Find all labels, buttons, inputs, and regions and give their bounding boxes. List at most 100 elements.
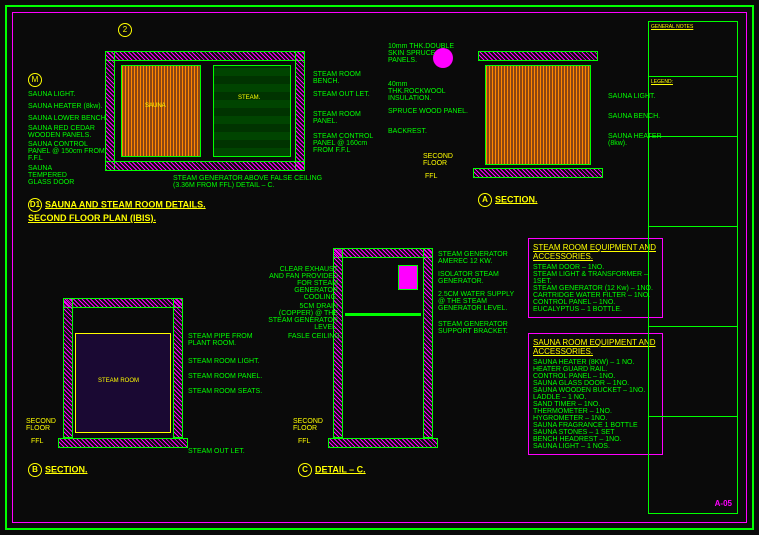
secB-wall-r: [173, 298, 183, 438]
secB-wall-t: [63, 298, 183, 308]
plan-left-1: SAUNA HEATER (8kw).: [28, 103, 103, 110]
detC-right-1: ISOLATOR STEAM GENERATOR.: [438, 271, 508, 285]
tb-notes: GENERAL NOTES: [649, 22, 737, 77]
secA-left-3: BACKREST.: [388, 128, 427, 135]
sauna-item-6: SAND TIMER – 1NO.: [533, 401, 658, 408]
secA-left-0: 10mm THK.DOUBLE SKIN SPRUCE PANELS.: [388, 43, 463, 64]
secB-room: STEAM ROOM: [98, 378, 139, 384]
detC-ffl: FFL: [298, 438, 310, 445]
plan-title1: SAUNA AND STEAM ROOM DETAILS.: [45, 199, 206, 209]
sauna-label: SAUNA: [145, 103, 166, 109]
secA-wall: [478, 51, 598, 61]
steam-label: STEAM.: [238, 95, 260, 101]
detC-title-txt: DETAIL – C.: [315, 464, 366, 474]
sauna-item-2: CONTROL PANEL – 1NO.: [533, 373, 658, 380]
plan-right-1: STEAM OUT LET.: [313, 91, 370, 98]
grid-marker-m: M: [28, 73, 42, 87]
steam-item-1: STEAM LIGHT & TRANSFORMER – 1SET.: [533, 271, 658, 285]
secA-ffl: FFL: [425, 173, 437, 180]
secB-floor-lbl: SECOND FLOOR: [26, 418, 61, 432]
tb-key: [649, 137, 737, 227]
secB-marker: B: [28, 463, 42, 477]
detC-left-0: CLEAR EXHAUST AND FAN PROVIDED FOR STEAM…: [268, 266, 338, 301]
secB-ffl: FFL: [31, 438, 43, 445]
secA-floor-lbl: SECOND FLOOR: [423, 153, 463, 167]
plan-right-2: STEAM ROOM PANEL.: [313, 111, 368, 125]
plan-left-3: SAUNA RED CEDAR WOODEN PANELS.: [28, 125, 108, 139]
plan-title: D1SAUNA AND STEAM ROOM DETAILS.: [28, 198, 206, 212]
steam-item-4: CONTROL PANEL – 1NO.: [533, 299, 658, 306]
plan-right-0: STEAM ROOM BENCH.: [313, 71, 368, 85]
plan-right-3: STEAM CONTROL PANEL @ 160cm FROM F.F.L: [313, 133, 383, 154]
plan-wall-b: [105, 161, 305, 171]
steam-item-3: CARTRIDGE WATER FILTER – 1NO.: [533, 292, 658, 299]
tb-dwg-no: A-05: [715, 499, 732, 508]
sauna-room: [121, 65, 201, 157]
plan-wall-r: [295, 51, 305, 171]
secB-floor: [58, 438, 188, 448]
titleblock: GENERAL NOTES LEGEND: A-05: [648, 21, 738, 514]
detC-right-3: STEAM GENERATOR SUPPORT BRACKET.: [438, 321, 513, 335]
secA-left-1: 40mm THK.ROCKWOOL INSULATION.: [388, 81, 463, 102]
inner-border: SAUNA STEAM. 2 M SAUNA LIGHT. SAUNA HEAT…: [12, 12, 747, 523]
plan-left-2: SAUNA LOWER BENCH.: [28, 115, 108, 122]
plan-left-0: SAUNA LIGHT.: [28, 91, 75, 98]
steam-item-0: STEAM DOOR – 1NO.: [533, 264, 658, 271]
sauna-item-7: THERMOMETER – 1NO.: [533, 408, 658, 415]
secA-title: ASECTION.: [478, 193, 538, 207]
detC-wall-r: [423, 248, 433, 438]
secA-left-2: SPRUCE WOOD PANEL.: [388, 108, 468, 115]
tb-notes-title: GENERAL NOTES: [651, 24, 693, 30]
tb-legend: LEGEND:: [649, 77, 737, 137]
detC-left-2: FASLE CEILING.: [288, 333, 342, 340]
tb-legend-title: LEGEND:: [651, 79, 673, 85]
secA-floor: [473, 168, 603, 178]
sauna-item-4: SAUNA WOODEN BUCKET – 1NO.: [533, 387, 658, 394]
drawing-frame: SAUNA STEAM. 2 M SAUNA LIGHT. SAUNA HEAT…: [5, 5, 754, 530]
detC-left-1: 5CM DRAIN (COPPER) @ THE STEAM GENERATOR…: [268, 303, 338, 331]
detC-ceiling: [345, 313, 421, 316]
secA-interior: [485, 65, 591, 165]
grid-marker-2: 2: [118, 23, 132, 37]
detC-right-0: STEAM GENERATOR AMEREC 12 KW.: [438, 251, 513, 265]
sauna-equip-title: SAUNA ROOM EQUIPMENT AND ACCESSORIES.: [533, 338, 658, 356]
plan-marker: D1: [28, 198, 42, 212]
steam-equip-title: STEAM ROOM EQUIPMENT AND ACCESSORIES.: [533, 243, 658, 261]
detC-marker: C: [298, 463, 312, 477]
detC-title: CDETAIL – C.: [298, 463, 366, 477]
plan-title2: SECOND FLOOR PLAN (IBIS).: [28, 213, 156, 223]
detC-wall-t: [333, 248, 433, 258]
sauna-item-12: SAUNA LIGHT – 1 NOS.: [533, 443, 658, 450]
secA-title-txt: SECTION.: [495, 194, 538, 204]
steam-item-5: EUCALYPTUS – 1 BOTTLE.: [533, 306, 658, 313]
detC-gen: [398, 265, 418, 290]
steam-equip-panel: STEAM ROOM EQUIPMENT AND ACCESSORIES. ST…: [528, 238, 663, 318]
tb-proj: [649, 327, 737, 417]
secA-marker: A: [478, 193, 492, 207]
secB-lbl-2: STEAM ROOM PANEL.: [188, 373, 262, 380]
sauna-item-9: SAUNA FRAGRANCE 1 BOTTLE: [533, 422, 658, 429]
steam-item-2: STEAM GENERATOR (12 Kw) – 1NO.: [533, 285, 658, 292]
sauna-item-8: HYGROMETER – 1NO.: [533, 415, 658, 422]
plan-left-4: SAUNA CONTROL PANEL @ 150cm FROM F.F.L: [28, 141, 108, 162]
plan-steam-note: STEAM GENERATOR ABOVE FALSE CEILING (3.3…: [173, 175, 323, 189]
steam-room: [213, 65, 291, 157]
detC-floor-lbl: SECOND FLOOR: [293, 418, 328, 432]
detC-right-2: 2.5CM WATER SUPPLY @ THE STEAM GENERATOR…: [438, 291, 523, 312]
plan-left-5: SAUNA TEMPERED GLASS DOOR: [28, 165, 88, 186]
sauna-item-0: SAUNA HEATER (8KW) – 1 NO.: [533, 359, 658, 366]
sauna-equip-panel: SAUNA ROOM EQUIPMENT AND ACCESSORIES. SA…: [528, 333, 663, 455]
secB-wall-l: [63, 298, 73, 438]
sauna-item-10: SAUNA STONES – 1 SET: [533, 429, 658, 436]
secB-lbl-0: STEAM PIPE FROM PLANT ROOM.: [188, 333, 258, 347]
secB-lbl-1: STEAM ROOM LIGHT.: [188, 358, 260, 365]
detC-floor: [328, 438, 438, 448]
secB-title-txt: SECTION.: [45, 464, 88, 474]
plan-wall: [105, 51, 305, 61]
secB-lbl-3: STEAM ROOM SEATS.: [188, 388, 262, 395]
sauna-item-3: SAUNA GLASS DOOR – 1NO.: [533, 380, 658, 387]
sauna-item-11: BENCH HEADREST – 1NO.: [533, 436, 658, 443]
secB-lbl-4: STEAM OUT LET.: [188, 448, 245, 455]
tb-rev: [649, 227, 737, 327]
secB-title: BSECTION.: [28, 463, 88, 477]
